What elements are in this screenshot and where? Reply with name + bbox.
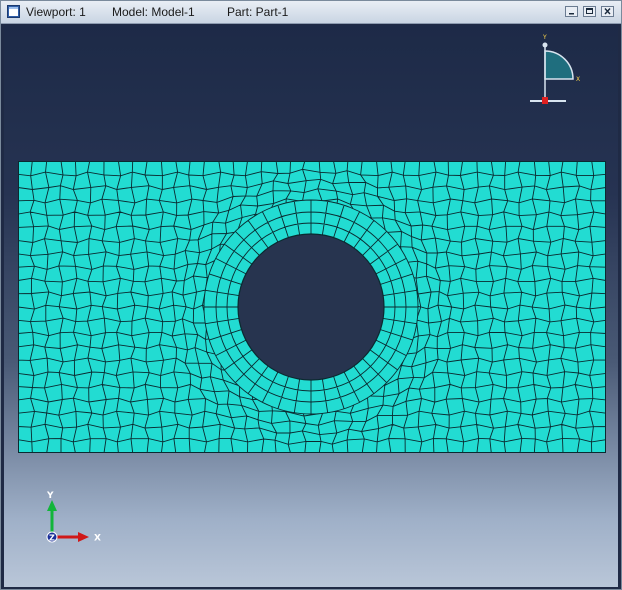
triad-z-label: Z [49,534,55,543]
viewport-canvas[interactable]: Y X Y Z X [4,25,618,587]
viewport-label: Viewport: 1 [26,5,86,19]
mesh-plate [18,161,606,453]
plate-hole [237,233,385,381]
triad-top-x-label: X [576,76,580,83]
maximize-button[interactable] [583,6,596,17]
triad-top-y-label: Y [542,34,547,41]
coordinate-triad: Y Z X [46,491,101,544]
view-cube-triad[interactable]: Y X [528,31,588,107]
viewport-titlebar[interactable]: Viewport: 1 Model: Model-1 Part: Part-1 [1,1,621,24]
maximize-icon [586,8,593,14]
close-button[interactable] [601,6,614,17]
viewport-window: Viewport: 1 Model: Model-1 Part: Part-1 … [0,0,622,590]
minimize-button[interactable] [565,6,578,17]
model-label: Model: Model-1 [112,5,195,19]
triad-x-label: X [94,534,101,544]
viewport-icon [7,5,20,18]
minimize-icon [569,13,574,15]
close-icon [604,8,611,15]
triad-y-label: Y [46,491,54,501]
part-label: Part: Part-1 [227,5,289,19]
